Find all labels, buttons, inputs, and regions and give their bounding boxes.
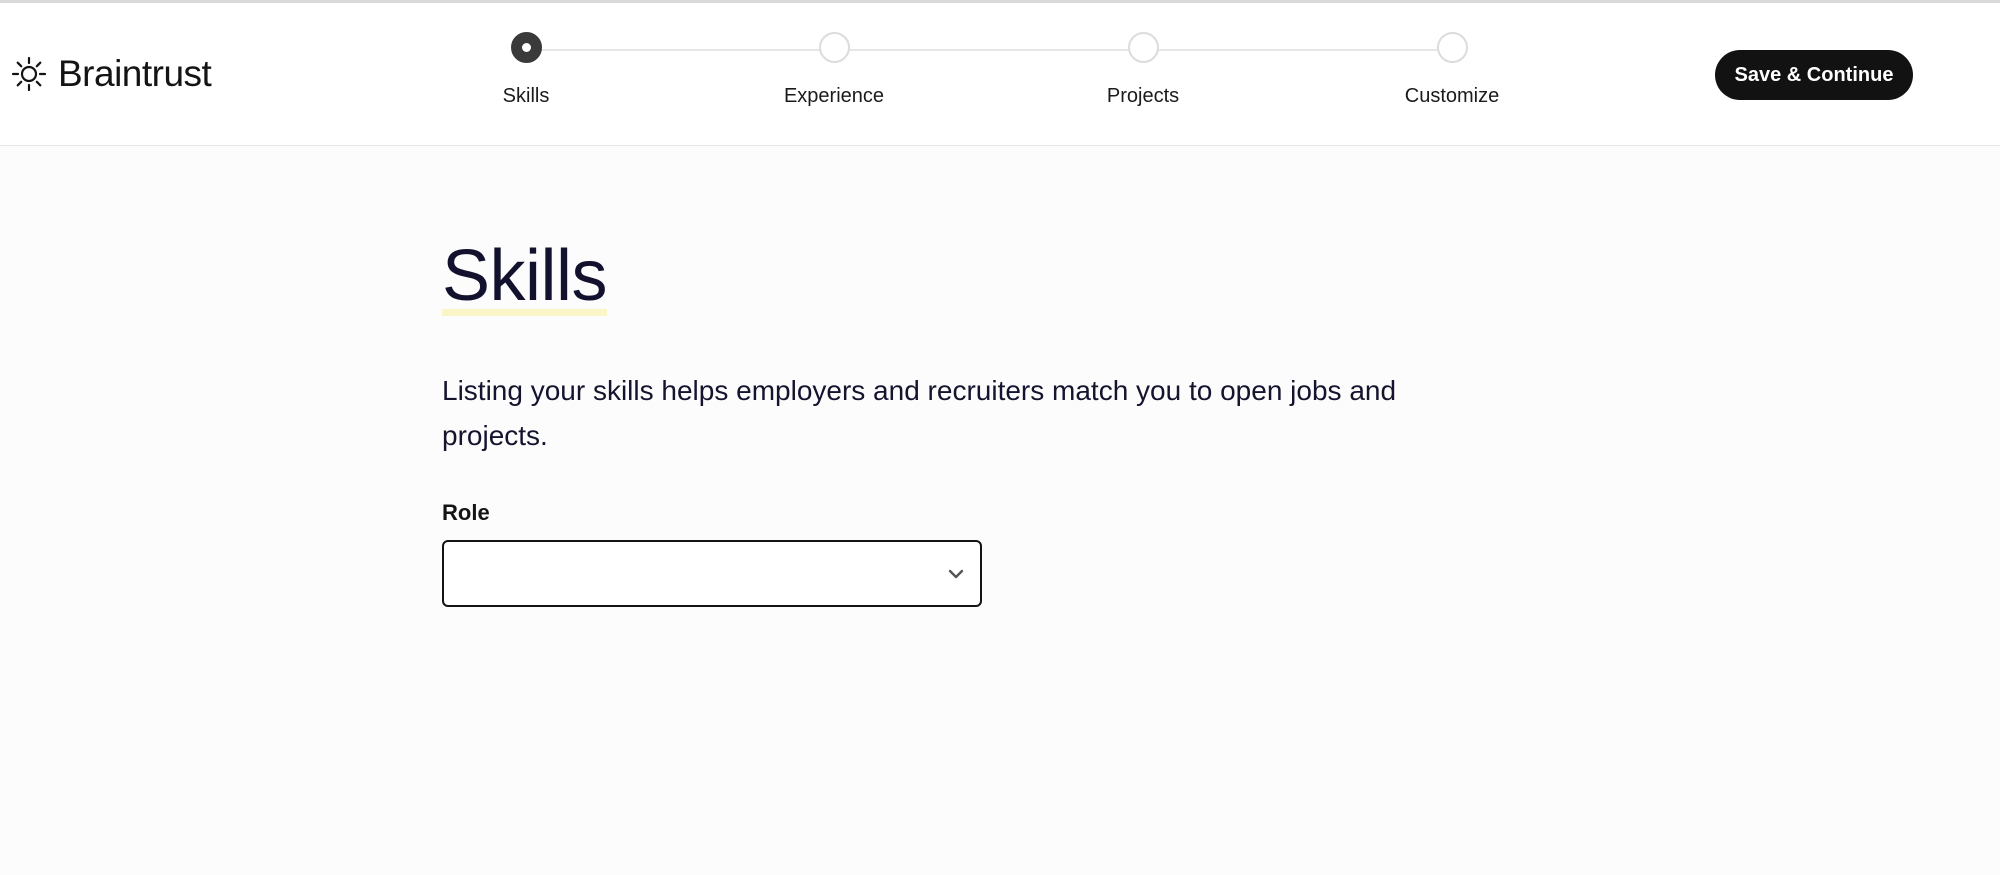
save-continue-button[interactable]: Save & Continue bbox=[1715, 50, 1913, 100]
page-title: Skills bbox=[442, 236, 608, 316]
step-label: Skills bbox=[502, 85, 550, 107]
step-skills[interactable]: Skills bbox=[426, 32, 626, 108]
brand-name: Braintrust bbox=[58, 53, 212, 94]
sun-icon bbox=[11, 56, 47, 92]
stepper-track bbox=[526, 49, 1452, 51]
role-select[interactable] bbox=[442, 540, 982, 607]
step-indicator bbox=[818, 32, 850, 63]
role-label: Role bbox=[442, 500, 490, 525]
header: Braintrust Skills Experience Projects Cu… bbox=[0, 3, 2000, 146]
step-customize[interactable]: Customize bbox=[1352, 32, 1552, 108]
step-label: Projects bbox=[1106, 85, 1180, 107]
step-indicator bbox=[1436, 32, 1468, 63]
step-label: Customize bbox=[1404, 85, 1500, 107]
step-indicator bbox=[1127, 32, 1159, 63]
page-description: Listing your skills helps employers and … bbox=[442, 375, 1397, 451]
chevron-down-icon bbox=[948, 569, 964, 579]
step-experience[interactable]: Experience bbox=[734, 32, 934, 108]
step-label: Experience bbox=[783, 85, 885, 107]
step-indicator-active bbox=[510, 32, 542, 63]
step-projects[interactable]: Projects bbox=[1043, 32, 1243, 108]
main-content: Skills Listing your skills helps employe… bbox=[442, 236, 1542, 607]
brand-logo[interactable]: Braintrust bbox=[10, 53, 212, 95]
